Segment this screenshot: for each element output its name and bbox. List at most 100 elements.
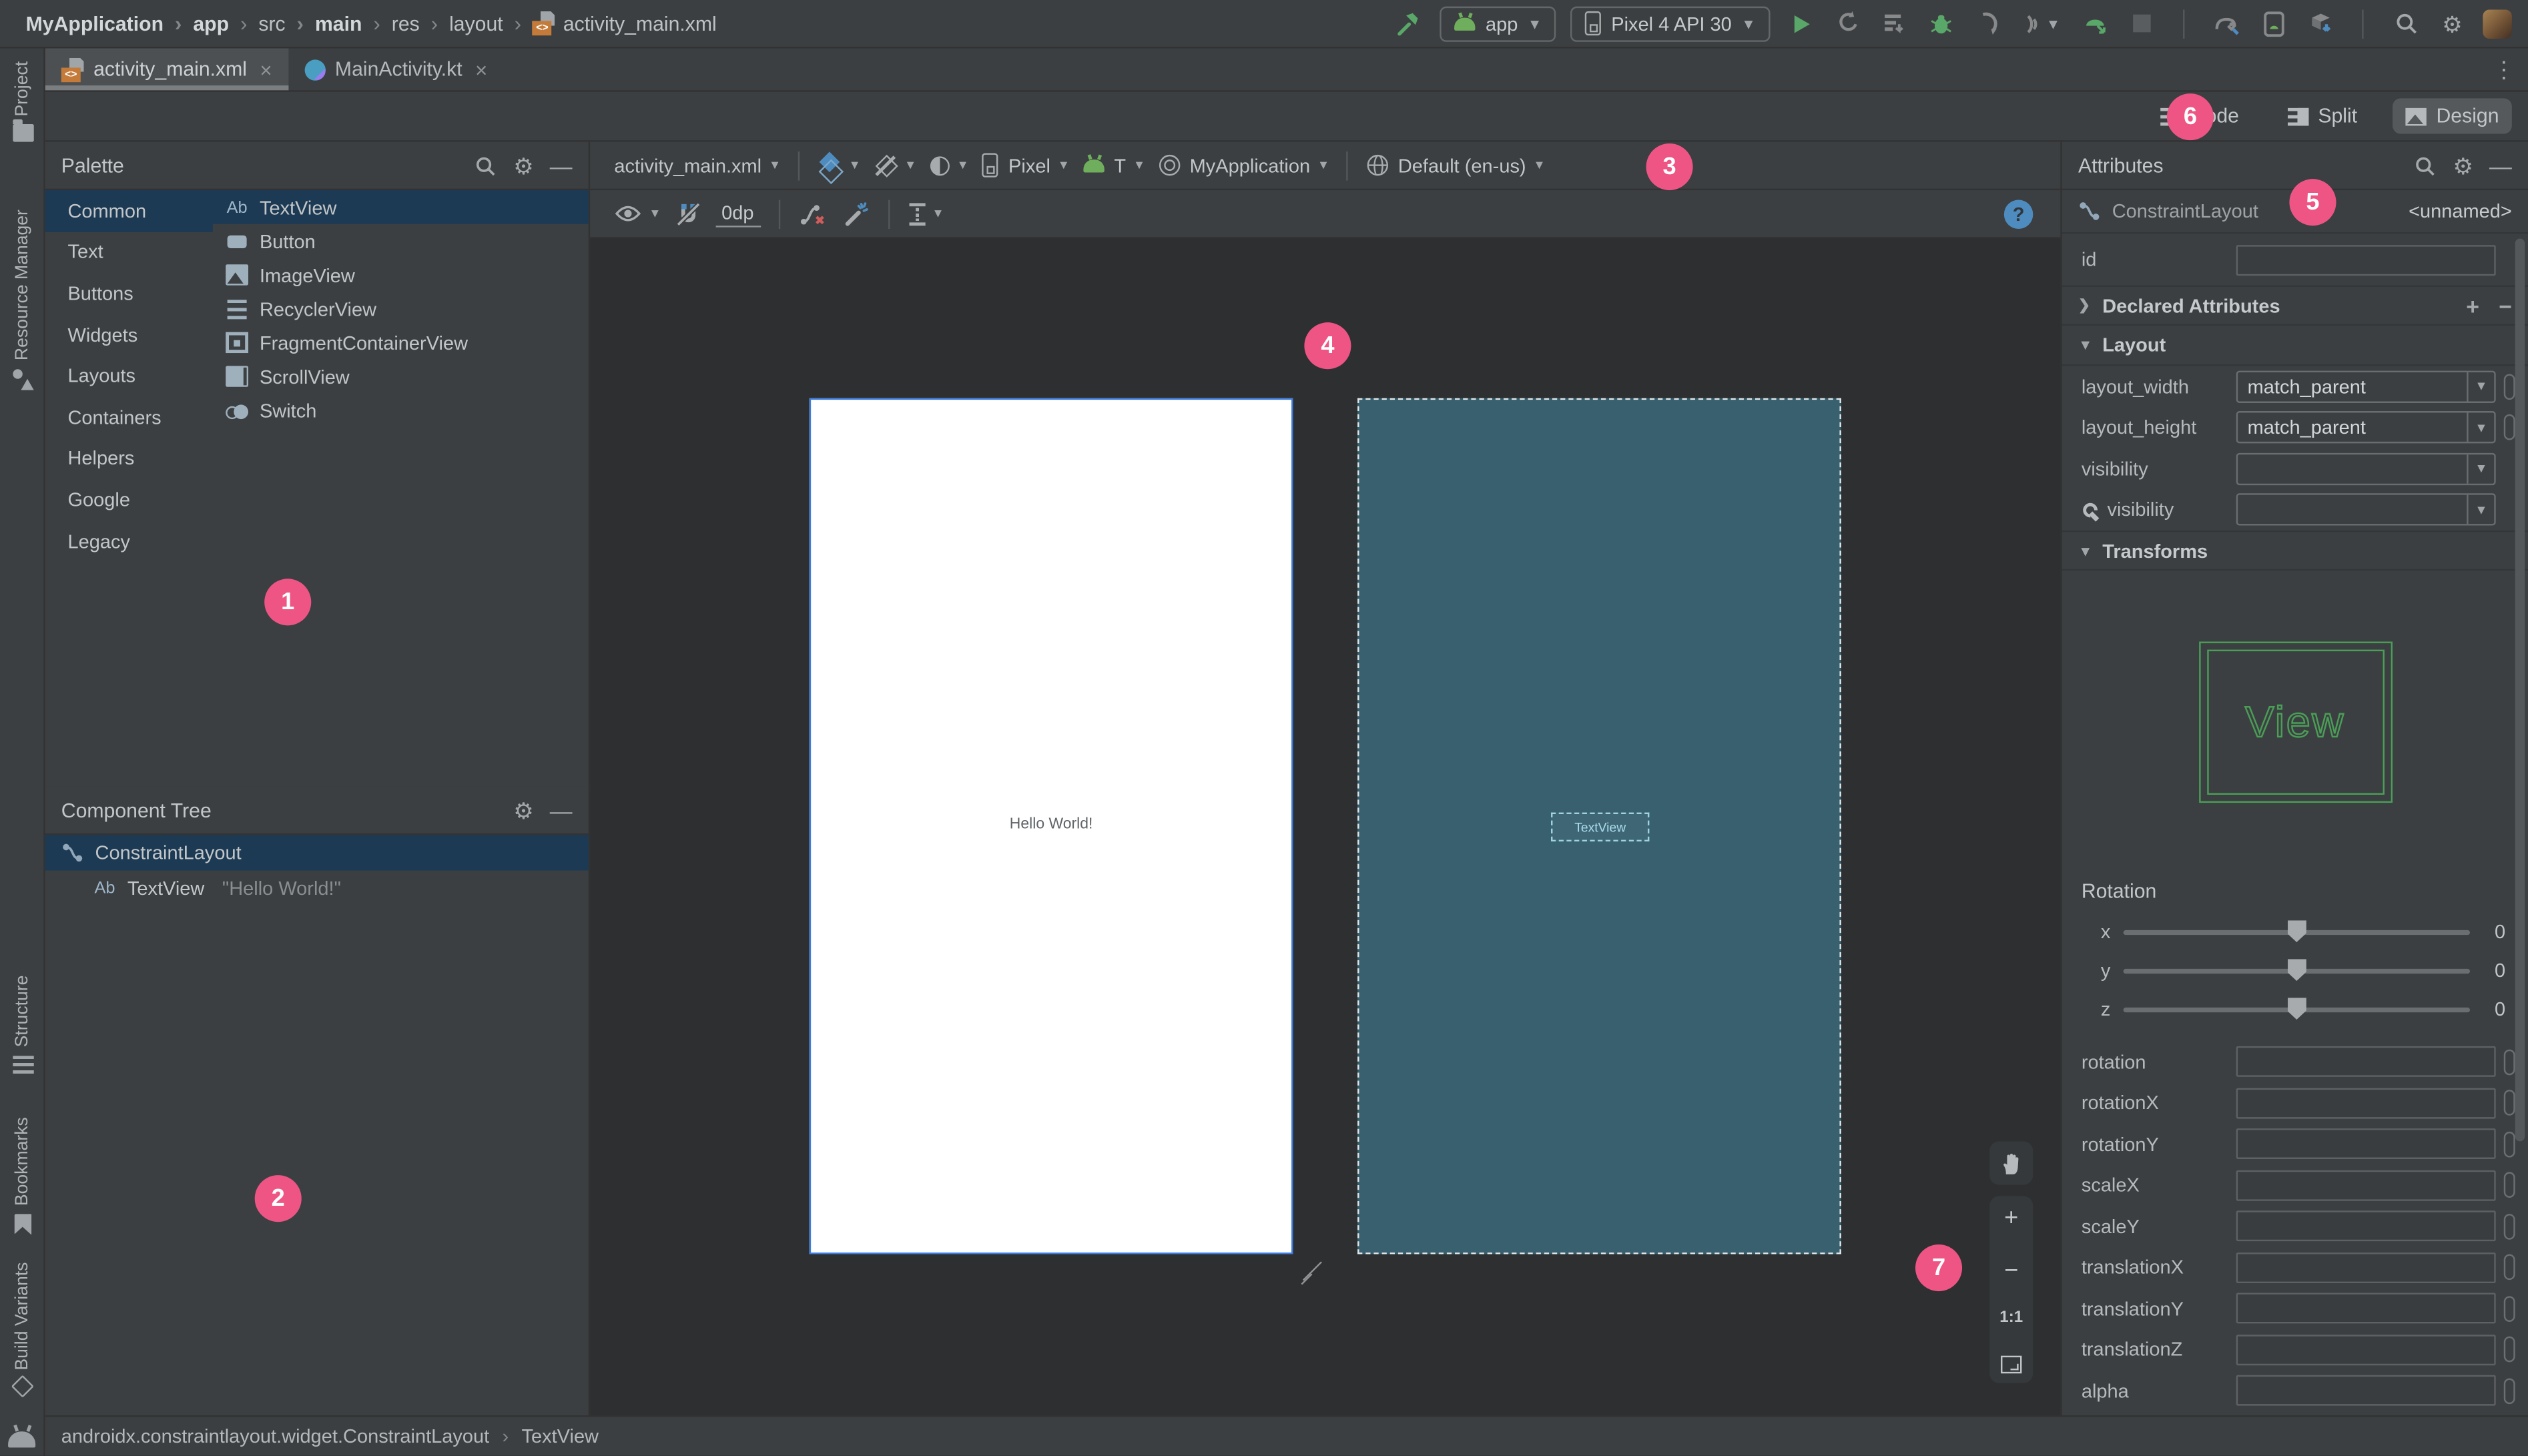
default-margin-button[interactable]: 0dp: [715, 201, 761, 227]
slider-track[interactable]: [2123, 920, 2471, 943]
remove-attribute-button[interactable]: −: [2499, 292, 2512, 318]
view-options-button[interactable]: ▾: [606, 205, 667, 223]
run-config-select[interactable]: app ▼: [1440, 5, 1557, 41]
palette-component[interactable]: Button: [213, 224, 589, 258]
palette-component[interactable]: ScrollView: [213, 360, 589, 394]
canvas-resize-handle[interactable]: [1299, 1257, 1328, 1286]
status-selected-component[interactable]: TextView: [522, 1425, 599, 1448]
view-mode-button[interactable]: Design: [2393, 98, 2512, 134]
design-surface-selector[interactable]: ▾: [811, 154, 866, 177]
sidebar-item-build-variants[interactable]: Build Variants: [0, 1262, 45, 1398]
palette-component[interactable]: FragmentContainerView: [213, 326, 589, 360]
sidebar-item-structure[interactable]: Structure: [0, 976, 45, 1074]
gradle-sync-icon[interactable]: [2210, 7, 2242, 39]
add-attribute-button[interactable]: +: [2466, 292, 2479, 318]
slider-track[interactable]: [2123, 958, 2471, 982]
tab-mainactivity-kt[interactable]: MainActivity.kt ×: [288, 48, 504, 90]
close-icon[interactable]: ×: [260, 57, 272, 81]
slider-track[interactable]: [2123, 997, 2471, 1020]
attribute-pill-button[interactable]: [2503, 1090, 2515, 1116]
attribute-input[interactable]: [2236, 1170, 2496, 1201]
tab-options-kebab-icon[interactable]: ⋮: [2493, 55, 2515, 83]
run-button[interactable]: [1785, 7, 1817, 39]
search-everywhere-icon[interactable]: [2389, 7, 2421, 39]
target-device-select[interactable]: Pixel 4 API 30 ▼: [1570, 5, 1771, 41]
attribute-pill-button[interactable]: [2503, 1172, 2515, 1198]
user-avatar[interactable]: [2483, 9, 2512, 38]
gear-icon[interactable]: ⚙: [513, 799, 533, 821]
breadcrumb-item[interactable]: src: [229, 11, 285, 35]
status-class-path[interactable]: androidx.constraintlayout.widget.Constra…: [61, 1425, 489, 1448]
tree-item-textview[interactable]: Ab TextView "Hello World!": [45, 871, 589, 906]
build-hammer-icon[interactable]: [1393, 7, 1426, 39]
apply-changes-icon[interactable]: [1831, 7, 1863, 39]
blueprint-surface-phone[interactable]: TextView: [1357, 398, 1841, 1254]
close-icon[interactable]: ×: [475, 57, 487, 81]
attribute-pill-button[interactable]: [2503, 1049, 2515, 1075]
attribute-pill-button[interactable]: [2503, 1213, 2515, 1240]
gear-icon[interactable]: ⚙: [2453, 154, 2473, 177]
attribute-input[interactable]: [2236, 1252, 2496, 1283]
attribute-pill-button[interactable]: [2503, 373, 2515, 400]
attribute-input[interactable]: [2236, 1293, 2496, 1324]
palette-category[interactable]: Common: [45, 190, 213, 232]
apply-code-changes-icon[interactable]: [1878, 7, 1910, 39]
gear-icon[interactable]: ⚙: [513, 154, 533, 177]
design-canvas[interactable]: Hello World! TextView + − 1:1: [590, 238, 2061, 1416]
hide-panel-icon[interactable]: —: [550, 154, 573, 177]
zoom-to-fit-button[interactable]: [2001, 1355, 2022, 1374]
device-selector[interactable]: Pixel ▾: [974, 153, 1075, 177]
attribute-combobox[interactable]: ▼: [2236, 452, 2496, 485]
breadcrumb-item[interactable]: main: [286, 11, 362, 35]
palette-category[interactable]: Widgets: [45, 314, 213, 356]
sdk-manager-icon[interactable]: [2304, 7, 2336, 39]
breadcrumb-item[interactable]: app: [164, 11, 229, 35]
search-icon[interactable]: [475, 154, 497, 177]
breadcrumb-item[interactable]: layout: [420, 11, 503, 35]
attribute-combobox[interactable]: ▼: [2236, 493, 2496, 526]
sidebar-item-bookmarks[interactable]: Bookmarks: [0, 1117, 45, 1235]
attribute-pill-button[interactable]: [2503, 1337, 2515, 1363]
declared-attributes-section[interactable]: ❯ Declared Attributes + −: [2062, 285, 2528, 326]
palette-category[interactable]: Legacy: [45, 520, 213, 562]
hide-panel-icon[interactable]: —: [2489, 154, 2512, 177]
settings-gear-icon[interactable]: ⚙: [2436, 7, 2468, 39]
theme-selector[interactable]: MyApplication ▾: [1151, 154, 1335, 177]
attribute-pill-button[interactable]: [2503, 1295, 2515, 1322]
device-manager-icon[interactable]: [2257, 7, 2289, 39]
breadcrumb-item[interactable]: MyApplication: [26, 12, 164, 35]
locale-selector[interactable]: Default (en-us) ▾: [1359, 154, 1551, 177]
id-input[interactable]: [2236, 244, 2496, 275]
attribute-input[interactable]: [2236, 1334, 2496, 1365]
breadcrumb-item[interactable]: activity_main.xml: [503, 11, 717, 36]
autoconnect-toggle[interactable]: [667, 201, 709, 227]
tree-item-constraintlayout[interactable]: ConstraintLayout: [45, 835, 589, 871]
slider-thumb[interactable]: [2286, 997, 2306, 1020]
attribute-combobox[interactable]: match_parent ▼: [2236, 411, 2496, 444]
attribute-pill-button[interactable]: [2503, 1254, 2515, 1281]
clear-constraints-button[interactable]: [791, 201, 834, 227]
api-selector[interactable]: T ▾: [1075, 154, 1151, 177]
slider-thumb[interactable]: [2286, 920, 2306, 943]
attribute-input[interactable]: [2236, 1210, 2496, 1242]
palette-category[interactable]: Buttons: [45, 273, 213, 314]
attribute-input[interactable]: [2236, 1046, 2496, 1078]
zoom-actual-size-button[interactable]: 1:1: [1999, 1311, 2023, 1327]
design-surface-phone[interactable]: Hello World!: [809, 398, 1293, 1254]
palette-component[interactable]: RecyclerView: [213, 292, 589, 326]
profile-app-icon[interactable]: [2078, 7, 2110, 39]
file-selector[interactable]: activity_main.xml ▾: [606, 154, 786, 177]
view-mode-button[interactable]: Split: [2274, 98, 2370, 133]
transforms-section[interactable]: ▼ Transforms: [2062, 530, 2528, 571]
attribute-input[interactable]: [2236, 1375, 2496, 1407]
stop-button[interactable]: [2125, 7, 2157, 39]
palette-category[interactable]: Layouts: [45, 355, 213, 396]
palette-category[interactable]: Text: [45, 232, 213, 273]
palette-category[interactable]: Containers: [45, 396, 213, 438]
attribute-input[interactable]: [2236, 1088, 2496, 1118]
zoom-out-button[interactable]: −: [2004, 1258, 2018, 1283]
slider-thumb[interactable]: [2286, 958, 2306, 982]
android-head-icon[interactable]: [8, 1431, 36, 1448]
debug-button[interactable]: [1925, 7, 1957, 39]
palette-component[interactable]: ImageView: [213, 258, 589, 292]
